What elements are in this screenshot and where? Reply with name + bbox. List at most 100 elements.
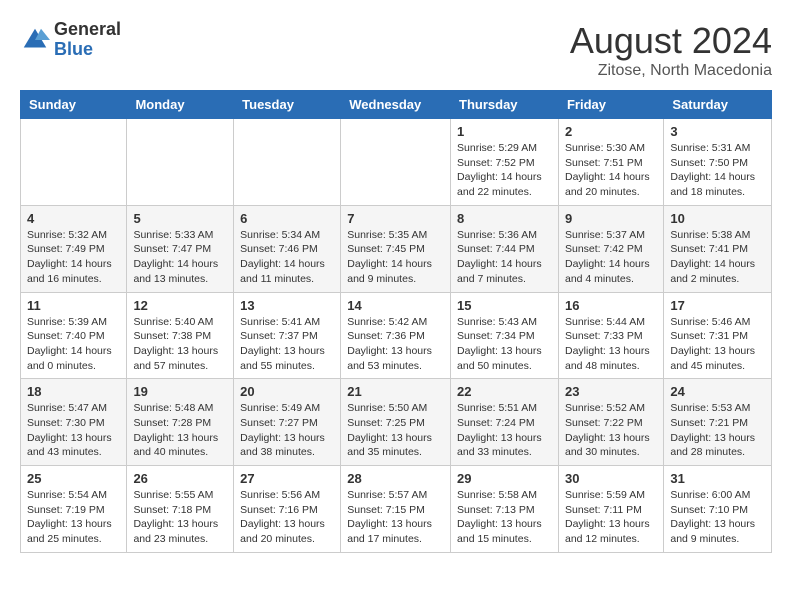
calendar-cell: 16 Sunrise: 5:44 AMSunset: 7:33 PMDayligh…: [558, 292, 663, 379]
weekday-header-sunday: Sunday: [21, 91, 127, 119]
day-info: Sunrise: 5:48 AMSunset: 7:28 PMDaylight:…: [133, 401, 227, 460]
day-info: Sunrise: 5:57 AMSunset: 7:15 PMDaylight:…: [347, 488, 444, 547]
day-number: 12: [133, 298, 227, 313]
day-number: 22: [457, 384, 552, 399]
day-number: 1: [457, 124, 552, 139]
day-number: 8: [457, 211, 552, 226]
day-number: 24: [670, 384, 765, 399]
weekday-header-friday: Friday: [558, 91, 663, 119]
day-number: 9: [565, 211, 657, 226]
weekday-header-wednesday: Wednesday: [341, 91, 451, 119]
day-number: 21: [347, 384, 444, 399]
day-info: Sunrise: 5:44 AMSunset: 7:33 PMDaylight:…: [565, 315, 657, 374]
calendar-cell: [234, 119, 341, 206]
calendar-cell: [21, 119, 127, 206]
day-number: 20: [240, 384, 334, 399]
weekday-header-row: SundayMondayTuesdayWednesdayThursdayFrid…: [21, 91, 772, 119]
weekday-header-monday: Monday: [127, 91, 234, 119]
day-info: Sunrise: 5:52 AMSunset: 7:22 PMDaylight:…: [565, 401, 657, 460]
weekday-header-saturday: Saturday: [664, 91, 772, 119]
logo-icon: [20, 25, 50, 55]
day-number: 17: [670, 298, 765, 313]
day-number: 10: [670, 211, 765, 226]
title-area: August 2024 Zitose, North Macedonia: [570, 20, 772, 80]
calendar-cell: 18Sunrise: 5:47 AMSunset: 7:30 PMDayligh…: [21, 379, 127, 466]
day-info: Sunrise: 5:39 AMSunset: 7:40 PMDaylight:…: [27, 315, 120, 374]
day-number: 3: [670, 124, 765, 139]
day-info: Sunrise: 5:59 AMSunset: 7:11 PMDaylight:…: [565, 488, 657, 547]
calendar-cell: 7 Sunrise: 5:35 AMSunset: 7:45 PMDaylight…: [341, 205, 451, 292]
weekday-header-tuesday: Tuesday: [234, 91, 341, 119]
day-number: 7: [347, 211, 444, 226]
day-info: Sunrise: 5:42 AMSunset: 7:36 PMDaylight:…: [347, 315, 444, 374]
day-info: Sunrise: 5:53 AMSunset: 7:21 PMDaylight:…: [670, 401, 765, 460]
day-number: 30: [565, 471, 657, 486]
calendar-cell: 25 Sunrise: 5:54 AMSunset: 7:19 PMDayligh…: [21, 466, 127, 553]
day-info: Sunrise: 5:47 AMSunset: 7:30 PMDaylight:…: [27, 401, 120, 460]
day-info: Sunrise: 5:56 AMSunset: 7:16 PMDaylight:…: [240, 488, 334, 547]
week-row-2: 4 Sunrise: 5:32 AMSunset: 7:49 PMDaylight…: [21, 205, 772, 292]
calendar-cell: 23 Sunrise: 5:52 AMSunset: 7:22 PMDayligh…: [558, 379, 663, 466]
calendar-cell: 14 Sunrise: 5:42 AMSunset: 7:36 PMDayligh…: [341, 292, 451, 379]
calendar-cell: 1 Sunrise: 5:29 AMSunset: 7:52 PMDaylight…: [451, 119, 559, 206]
calendar-cell: 30 Sunrise: 5:59 AMSunset: 7:11 PMDayligh…: [558, 466, 663, 553]
location: Zitose, North Macedonia: [570, 62, 772, 80]
week-row-3: 11 Sunrise: 5:39 AMSunset: 7:40 PMDayligh…: [21, 292, 772, 379]
day-number: 19: [133, 384, 227, 399]
day-info: Sunrise: 5:33 AMSunset: 7:47 PMDaylight:…: [133, 228, 227, 287]
day-info: Sunrise: 5:34 AMSunset: 7:46 PMDaylight:…: [240, 228, 334, 287]
calendar-cell: 29Sunrise: 5:58 AMSunset: 7:13 PMDayligh…: [451, 466, 559, 553]
day-number: 4: [27, 211, 120, 226]
day-info: Sunrise: 5:43 AMSunset: 7:34 PMDaylight:…: [457, 315, 552, 374]
week-row-1: 1 Sunrise: 5:29 AMSunset: 7:52 PMDaylight…: [21, 119, 772, 206]
calendar-cell: 31Sunrise: 6:00 AMSunset: 7:10 PMDayligh…: [664, 466, 772, 553]
calendar-cell: 19 Sunrise: 5:48 AMSunset: 7:28 PMDayligh…: [127, 379, 234, 466]
calendar-cell: 27Sunrise: 5:56 AMSunset: 7:16 PMDayligh…: [234, 466, 341, 553]
calendar-cell: 26 Sunrise: 5:55 AMSunset: 7:18 PMDayligh…: [127, 466, 234, 553]
calendar-cell: 6 Sunrise: 5:34 AMSunset: 7:46 PMDaylight…: [234, 205, 341, 292]
week-row-4: 18Sunrise: 5:47 AMSunset: 7:30 PMDayligh…: [21, 379, 772, 466]
day-info: Sunrise: 5:37 AMSunset: 7:42 PMDaylight:…: [565, 228, 657, 287]
day-info: Sunrise: 5:38 AMSunset: 7:41 PMDaylight:…: [670, 228, 765, 287]
day-number: 16: [565, 298, 657, 313]
week-row-5: 25 Sunrise: 5:54 AMSunset: 7:19 PMDayligh…: [21, 466, 772, 553]
calendar-cell: 12Sunrise: 5:40 AMSunset: 7:38 PMDayligh…: [127, 292, 234, 379]
day-number: 23: [565, 384, 657, 399]
day-number: 25: [27, 471, 120, 486]
calendar-cell: [341, 119, 451, 206]
calendar-table: SundayMondayTuesdayWednesdayThursdayFrid…: [20, 90, 772, 553]
day-number: 6: [240, 211, 334, 226]
page-header: General Blue August 2024 Zitose, North M…: [20, 20, 772, 80]
calendar-cell: 24 Sunrise: 5:53 AMSunset: 7:21 PMDayligh…: [664, 379, 772, 466]
day-info: Sunrise: 5:41 AMSunset: 7:37 PMDaylight:…: [240, 315, 334, 374]
day-info: Sunrise: 5:49 AMSunset: 7:27 PMDaylight:…: [240, 401, 334, 460]
day-info: Sunrise: 5:36 AMSunset: 7:44 PMDaylight:…: [457, 228, 552, 287]
day-number: 29: [457, 471, 552, 486]
calendar-cell: 11 Sunrise: 5:39 AMSunset: 7:40 PMDayligh…: [21, 292, 127, 379]
day-info: Sunrise: 5:55 AMSunset: 7:18 PMDaylight:…: [133, 488, 227, 547]
day-number: 2: [565, 124, 657, 139]
logo-general: General: [54, 20, 121, 40]
day-info: Sunrise: 6:00 AMSunset: 7:10 PMDaylight:…: [670, 488, 765, 547]
day-number: 26: [133, 471, 227, 486]
calendar-cell: 17 Sunrise: 5:46 AMSunset: 7:31 PMDayligh…: [664, 292, 772, 379]
day-number: 11: [27, 298, 120, 313]
day-info: Sunrise: 5:35 AMSunset: 7:45 PMDaylight:…: [347, 228, 444, 287]
day-info: Sunrise: 5:51 AMSunset: 7:24 PMDaylight:…: [457, 401, 552, 460]
calendar-cell: 20 Sunrise: 5:49 AMSunset: 7:27 PMDayligh…: [234, 379, 341, 466]
day-info: Sunrise: 5:32 AMSunset: 7:49 PMDaylight:…: [27, 228, 120, 287]
day-info: Sunrise: 5:54 AMSunset: 7:19 PMDaylight:…: [27, 488, 120, 547]
calendar-cell: 9 Sunrise: 5:37 AMSunset: 7:42 PMDaylight…: [558, 205, 663, 292]
day-info: Sunrise: 5:31 AMSunset: 7:50 PMDaylight:…: [670, 141, 765, 200]
day-number: 13: [240, 298, 334, 313]
month-title: August 2024: [570, 20, 772, 62]
logo-text: General Blue: [54, 20, 121, 60]
calendar-cell: 28Sunrise: 5:57 AMSunset: 7:15 PMDayligh…: [341, 466, 451, 553]
day-number: 5: [133, 211, 227, 226]
day-info: Sunrise: 5:46 AMSunset: 7:31 PMDaylight:…: [670, 315, 765, 374]
day-number: 14: [347, 298, 444, 313]
weekday-header-thursday: Thursday: [451, 91, 559, 119]
day-info: Sunrise: 5:29 AMSunset: 7:52 PMDaylight:…: [457, 141, 552, 200]
calendar-cell: 4 Sunrise: 5:32 AMSunset: 7:49 PMDaylight…: [21, 205, 127, 292]
logo-blue: Blue: [54, 40, 121, 60]
